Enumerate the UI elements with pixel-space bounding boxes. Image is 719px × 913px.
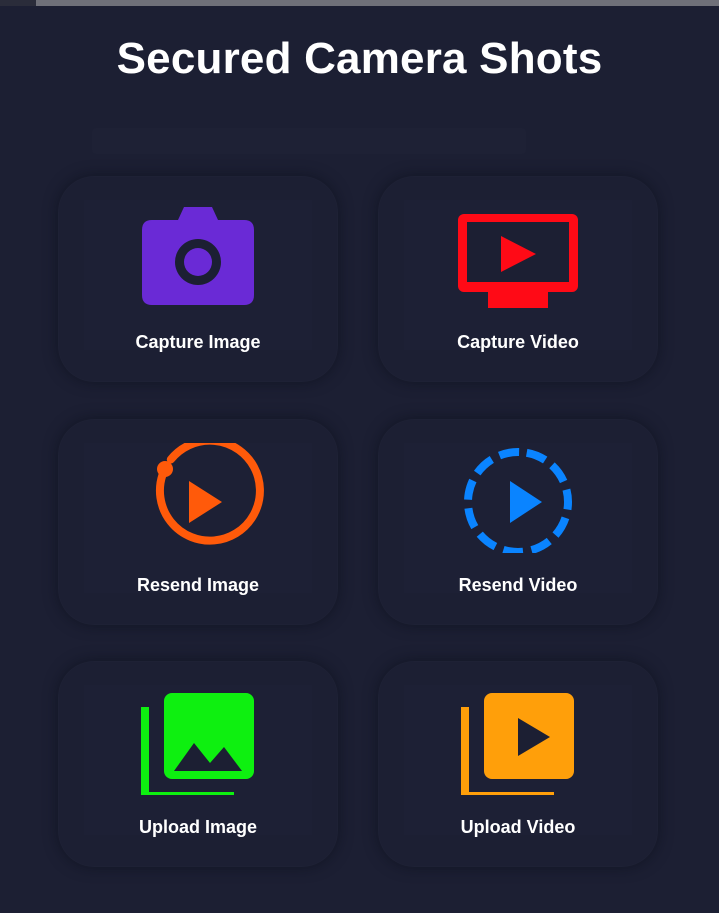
camera-icon [142, 207, 254, 305]
capture-video-button[interactable]: Capture Video [378, 176, 658, 382]
resend-image-label: Resend Image [136, 575, 260, 595]
resend-video-label: Resend Video [458, 575, 578, 595]
upload-image-label: Upload Image [138, 817, 258, 837]
top-status-strip [0, 0, 719, 6]
video-stack-icon [461, 693, 574, 795]
upload-video-button[interactable]: Upload Video [378, 661, 658, 867]
resend-video-button[interactable]: Resend Video [378, 419, 658, 625]
capture-image-label: Capture Image [135, 332, 261, 352]
capture-image-button[interactable]: Capture Image [58, 176, 338, 382]
image-stack-icon [141, 693, 254, 795]
upload-video-label: Upload Video [460, 817, 576, 837]
tv-play-icon [458, 214, 578, 308]
resend-image-button[interactable]: Resend Image [58, 419, 338, 625]
replay-circle-icon [155, 443, 264, 545]
page-title: Secured Camera Shots [116, 34, 603, 83]
dashed-play-circle-icon [464, 448, 572, 553]
subtitle-placeholder-bar [92, 128, 526, 154]
upload-image-button[interactable]: Upload Image [58, 661, 338, 867]
capture-video-label: Capture Video [457, 332, 579, 352]
top-strip-tab [0, 0, 36, 6]
